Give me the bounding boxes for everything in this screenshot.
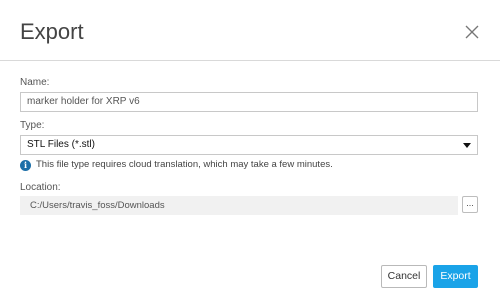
info-message: i This file type requires cloud translat… bbox=[20, 158, 333, 172]
location-label: Location: bbox=[20, 182, 61, 193]
type-label: Type: bbox=[20, 120, 45, 131]
dialog-title: Export bbox=[20, 19, 84, 44]
type-select-value: STL Files (*.stl) bbox=[27, 139, 95, 150]
cancel-button[interactable]: Cancel bbox=[381, 265, 427, 288]
info-text: This file type requires cloud translatio… bbox=[36, 159, 333, 170]
export-button[interactable]: Export bbox=[433, 265, 478, 288]
close-icon[interactable] bbox=[462, 22, 482, 42]
dialog-header: Export bbox=[0, 0, 500, 61]
location-field: C:/Users/travis_foss/Downloads bbox=[20, 196, 458, 215]
type-select[interactable]: STL Files (*.stl) bbox=[20, 135, 478, 155]
export-dialog: Export Name: marker holder for XRP v6 Ty… bbox=[0, 0, 500, 308]
name-input[interactable]: marker holder for XRP v6 bbox=[20, 92, 478, 112]
name-label: Name: bbox=[20, 77, 50, 88]
browse-button[interactable]: ... bbox=[462, 196, 478, 213]
info-icon: i bbox=[20, 159, 31, 171]
chevron-down-icon bbox=[463, 143, 471, 148]
